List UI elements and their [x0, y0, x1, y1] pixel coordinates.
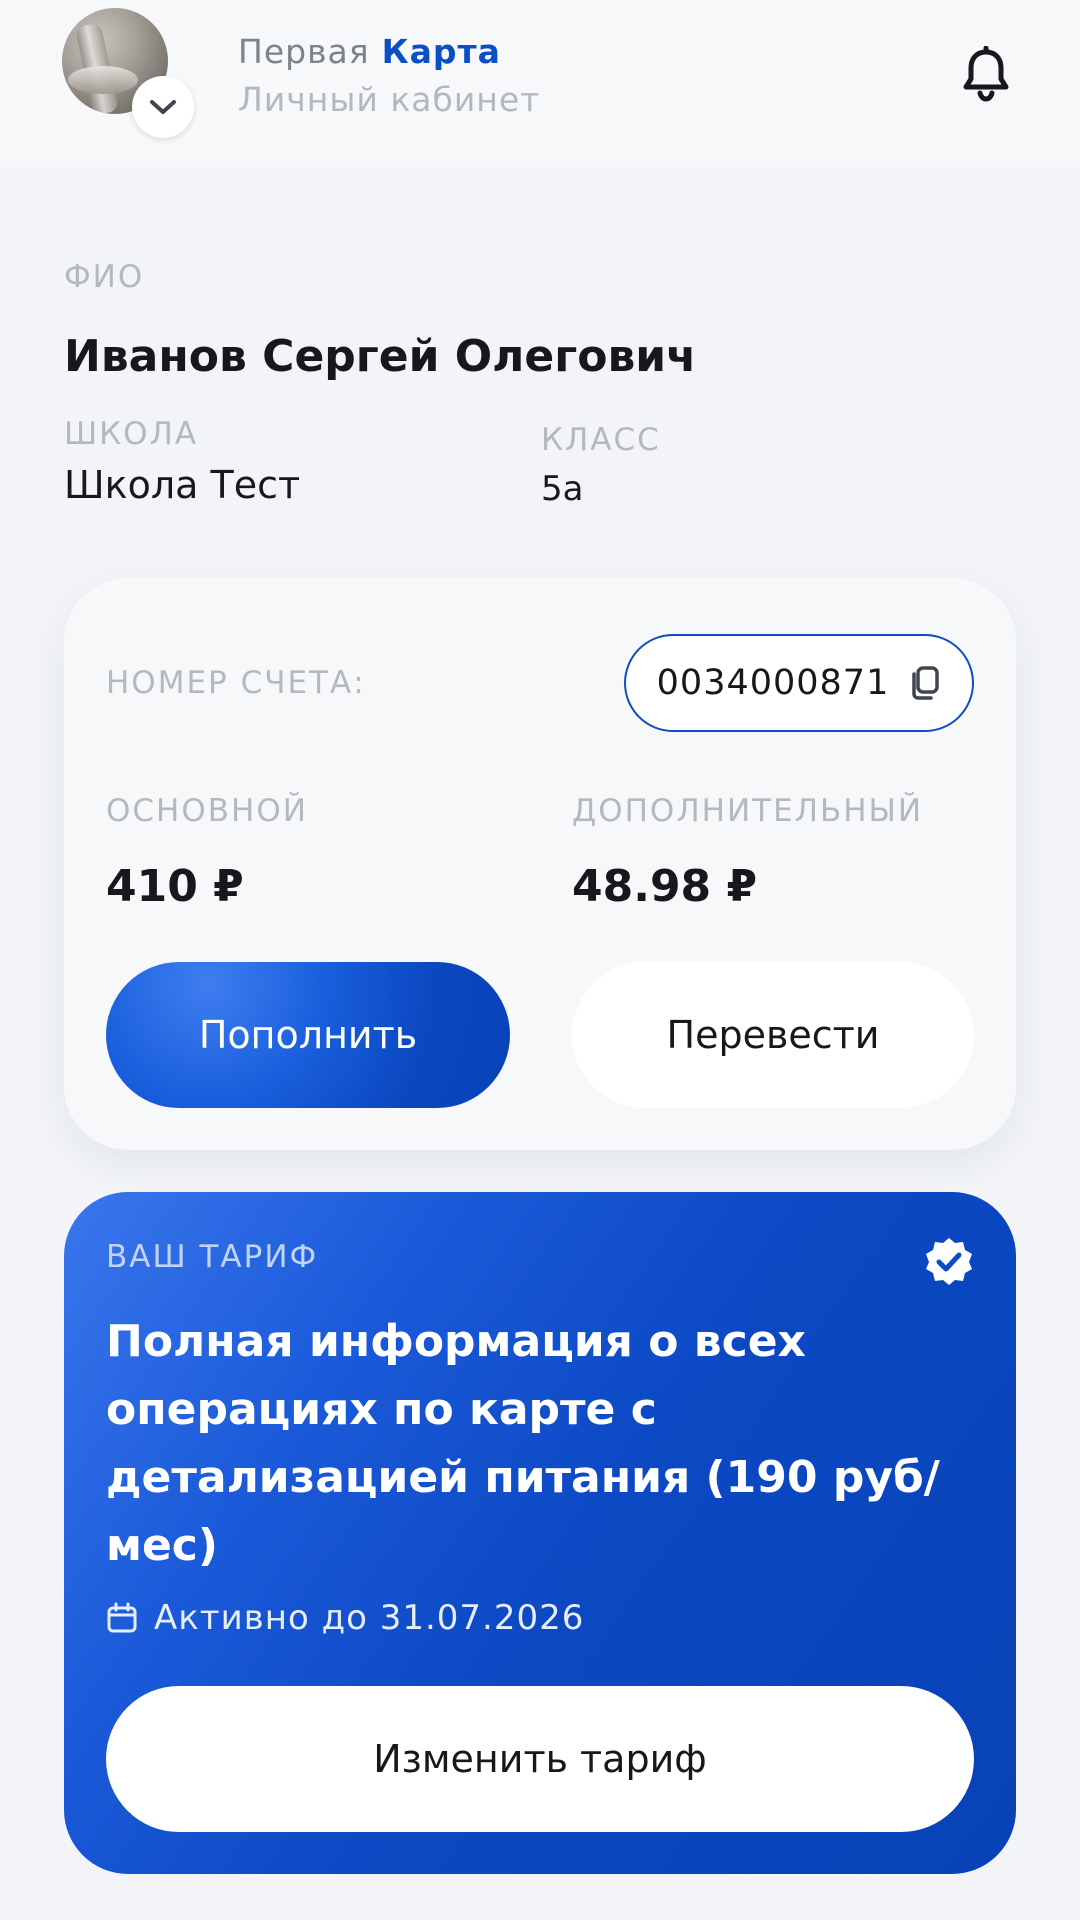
- brand-logo: Первая Карта: [238, 32, 501, 72]
- chevron-down-icon: [150, 100, 176, 114]
- copy-icon: [912, 666, 940, 700]
- copy-account-number-button[interactable]: 0034000871: [624, 634, 974, 732]
- calendar-icon: [107, 1602, 137, 1633]
- notifications-button[interactable]: [960, 45, 1012, 102]
- account-number-value: 0034000871: [656, 663, 890, 703]
- extra-balance-value: 48.98 ₽: [572, 861, 758, 912]
- fio-label: ФИО: [64, 259, 145, 295]
- student-full-name: Иванов Сергей Олегович: [64, 331, 697, 382]
- app-header: Первая Карта Личный кабинет: [0, 0, 1080, 167]
- header-subtitle: Личный кабинет: [238, 80, 541, 119]
- main-balance-label: ОСНОВНОЙ: [106, 793, 308, 829]
- tariff-title: Полная информация о всех операциях по ка…: [106, 1316, 940, 1571]
- tariff-active-until: Активно до 31.07.2026: [154, 1598, 585, 1638]
- class-value: 5а: [541, 469, 584, 509]
- school-value: Школа Тест: [64, 463, 301, 507]
- brand-second-word: Карта: [381, 32, 501, 71]
- profile-switch-button[interactable]: [132, 76, 194, 138]
- extra-balance-label: ДОПОЛНИТЕЛЬНЫЙ: [572, 793, 924, 829]
- topup-button[interactable]: Пополнить: [106, 962, 510, 1108]
- tariff-active-row: Активно до 31.07.2026: [106, 1598, 584, 1638]
- account-card: НОМЕР СЧЕТА: 0034000871 ОСНОВНОЙ 410 ₽ Д…: [64, 578, 1016, 1150]
- brand-first-word: Первая: [238, 32, 370, 71]
- tariff-label: ВАШ ТАРИФ: [106, 1239, 319, 1275]
- tariff-card: ВАШ ТАРИФ Полная информация о всех опера…: [64, 1192, 1016, 1874]
- change-tariff-button[interactable]: Изменить тариф: [106, 1686, 974, 1832]
- class-label: КЛАСС: [541, 422, 661, 458]
- account-number-label: НОМЕР СЧЕТА:: [106, 665, 366, 701]
- transfer-button[interactable]: Перевести: [572, 962, 974, 1108]
- bell-icon: [963, 45, 1009, 102]
- school-label: ШКОЛА: [64, 416, 199, 452]
- verified-badge-icon: [926, 1238, 972, 1285]
- main-balance-value: 410 ₽: [106, 861, 244, 912]
- avatar-photo-base: [68, 66, 138, 94]
